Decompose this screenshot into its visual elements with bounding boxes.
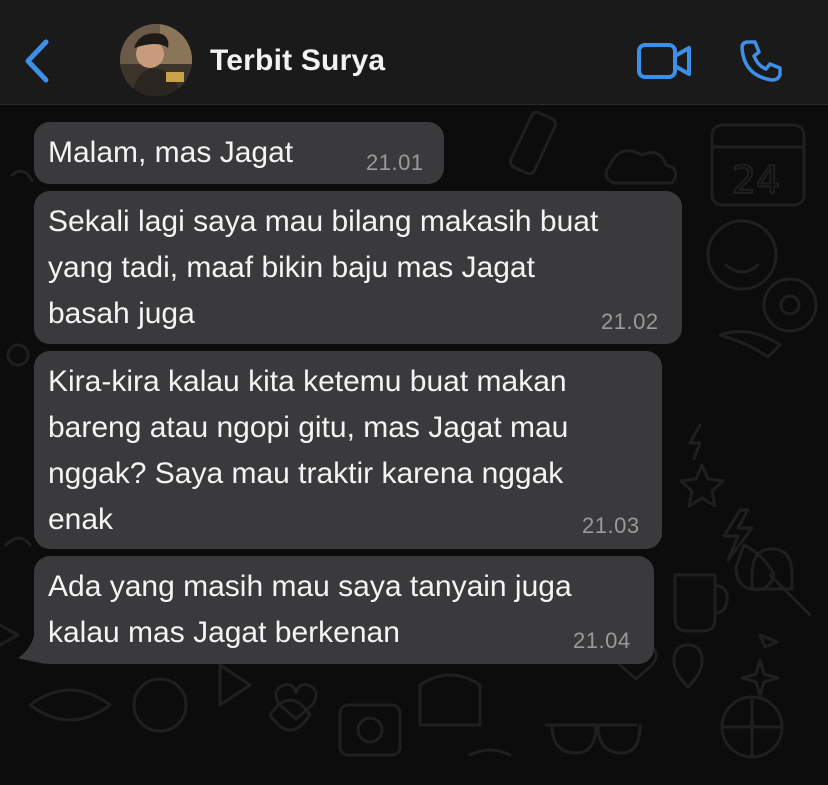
message-text: Malam, mas Jagat	[48, 136, 294, 169]
avatar-photo	[120, 24, 192, 96]
message-time: 21.02	[601, 309, 659, 334]
video-call-button[interactable]	[636, 42, 692, 80]
message-time: 21.03	[582, 513, 640, 538]
contact-avatar[interactable]	[120, 24, 192, 96]
message-bubble[interactable]: Malam, mas Jagat 21.01	[34, 122, 444, 184]
back-button[interactable]	[18, 38, 58, 84]
video-camera-icon	[637, 43, 691, 79]
voice-call-button[interactable]	[738, 38, 784, 84]
chat-header: Terbit Surya	[0, 0, 828, 105]
svg-text:24: 24	[732, 158, 780, 202]
message-bubble[interactable]: Ada yang masih mau saya tanyain juga kal…	[34, 556, 654, 664]
message-time: 21.01	[366, 150, 424, 175]
message-bubble[interactable]: Sekali lagi saya mau bilang makasih buat…	[34, 191, 682, 344]
chevron-left-icon	[25, 39, 49, 83]
chat-screen: 24 Terbit Surya Malam, mas Jagat 21.01 S…	[0, 0, 828, 785]
message-text: Kira-kira kalau kita ketemu buat makan b…	[48, 365, 569, 536]
message-bubble[interactable]: Kira-kira kalau kita ketemu buat makan b…	[34, 351, 662, 549]
message-text: Ada yang masih mau saya tanyain juga kal…	[48, 570, 572, 649]
phone-icon	[740, 40, 782, 82]
contact-name[interactable]: Terbit Surya	[210, 44, 385, 78]
message-text: Sekali lagi saya mau bilang makasih buat…	[48, 205, 599, 330]
message-time: 21.04	[573, 628, 631, 653]
bubble-tail	[18, 636, 46, 664]
